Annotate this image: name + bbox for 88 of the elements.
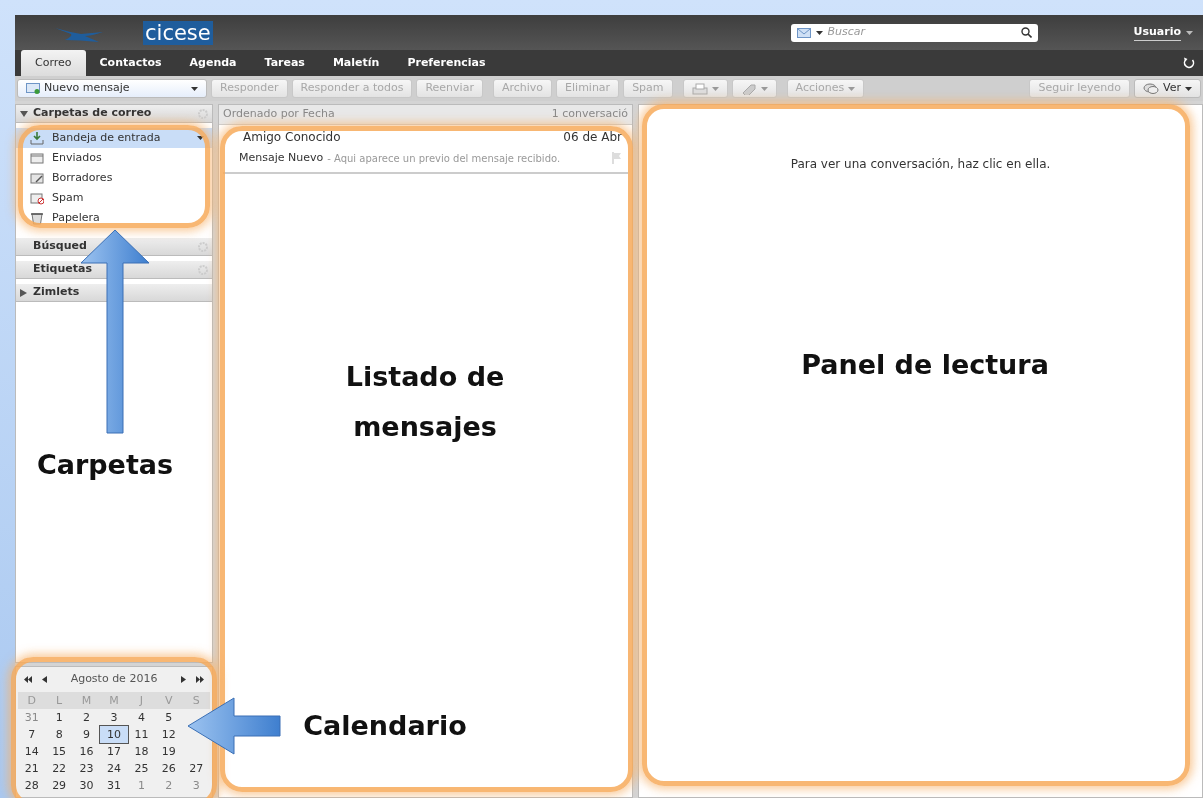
calendar-day[interactable]: 25 (127, 759, 156, 777)
printer-icon (691, 82, 708, 95)
calendar-day[interactable]: 8 (45, 725, 73, 743)
speech-bubbles-icon (1143, 82, 1160, 95)
new-message-button[interactable]: Nuevo mensaje (17, 79, 207, 98)
conversation-count: 1 conversació (551, 106, 628, 123)
calendar-day[interactable]: 2 (72, 708, 101, 726)
user-menu[interactable]: Usuario (1133, 23, 1181, 42)
annotation-label: Listado de mensajes (344, 360, 506, 444)
weekday-label: M (80, 692, 93, 709)
search-icon (1020, 27, 1032, 38)
caret-icon (848, 86, 856, 91)
calendar-day[interactable]: 4 (127, 708, 156, 726)
calendar-day[interactable]: 30 (72, 776, 101, 794)
calendar-day[interactable]: 12 (155, 725, 183, 743)
caret-icon (191, 86, 198, 91)
message-date: 06 de Abr (563, 129, 622, 146)
annotation-label: Panel de lectura (800, 348, 1050, 382)
tab[interactable]: Contactos (85, 49, 176, 76)
calendar-day[interactable]: 16 (72, 742, 101, 760)
folder-item[interactable]: Enviados (16, 148, 212, 168)
last-month-icon[interactable] (196, 675, 204, 683)
message-item[interactable]: Amigo Conocido 06 de Abr Mensaje Nuevo - Aqui aparece un previo del mensaje recibido. (223, 125, 628, 174)
annotation-label: Carpetas (35, 448, 175, 482)
folder-item[interactable]: Borradores (16, 168, 212, 188)
inbox-folder-icon (30, 131, 44, 145)
weekday-label: L (55, 692, 64, 709)
weekday-label: D (26, 692, 37, 709)
weekday-label: M (108, 692, 120, 709)
caret-icon (197, 136, 204, 140)
calendar-day[interactable]: 10 (100, 725, 128, 743)
message-sender: Amigo Conocido (243, 129, 341, 146)
calendar-day[interactable]: 7 (18, 725, 46, 743)
tab[interactable]: Preferencias (393, 49, 500, 76)
calendar-day[interactable]: 18 (127, 742, 156, 760)
calendar-day[interactable]: 19 (155, 742, 183, 760)
folder-item[interactable]: Spam (16, 188, 212, 208)
section-header[interactable]: Zimlets (16, 284, 212, 302)
refresh-icon[interactable] (1183, 57, 1195, 69)
first-month-icon[interactable] (24, 675, 32, 683)
tab[interactable]: Agenda (175, 49, 251, 76)
weekday-label: J (138, 692, 145, 709)
calendar-day[interactable]: 9 (72, 725, 101, 743)
message-preview: - Aqui aparece un previo del mensaje recibido. (327, 151, 561, 166)
calendar-day[interactable]: 29 (45, 776, 73, 794)
calendar-day[interactable]: 21 (18, 759, 46, 777)
caret-icon (1185, 86, 1192, 91)
calendar-day[interactable]: 28 (18, 776, 46, 794)
calendar-day[interactable]: 27 (182, 759, 210, 777)
calendar-day[interactable]: 26 (155, 759, 183, 777)
section-header[interactable]: Carpetas de correo (16, 105, 212, 123)
calendar-day[interactable]: 3 (100, 708, 128, 726)
calendar-day[interactable]: 5 (155, 708, 183, 726)
sent-folder-icon (30, 151, 44, 165)
reading-pane-hint: Para ver una conversación, haz clic en ella. (790, 157, 1051, 171)
mail-icon (796, 27, 811, 38)
weekday-label: S (191, 692, 201, 709)
calendar-day[interactable]: 11 (127, 725, 156, 743)
calendar-day[interactable]: 14 (18, 742, 46, 760)
caret-icon (711, 86, 719, 91)
trash-folder-icon (30, 211, 44, 225)
spam-folder-icon (30, 191, 44, 205)
previous-month-icon[interactable] (42, 675, 47, 683)
collapse-triangle-icon[interactable] (20, 110, 28, 117)
calendar-day[interactable]: 24 (100, 759, 128, 777)
month-title: Agosto de 2016 (69, 671, 159, 687)
expand-triangle-icon[interactable] (20, 288, 28, 297)
tab[interactable]: Correo (21, 49, 86, 76)
search-bar[interactable]: Buscar (790, 23, 1038, 42)
tab[interactable]: Maletín (318, 49, 394, 76)
caret-icon (815, 30, 823, 35)
logo-text: cicese (143, 20, 213, 45)
caret-icon (760, 86, 768, 91)
calendar-day[interactable]: 17 (100, 742, 128, 760)
calendar-day[interactable]: 22 (45, 759, 73, 777)
annotation-label: Calendario (302, 709, 468, 743)
drafts-folder-icon (30, 171, 44, 185)
folder-item[interactable]: Papelera (16, 208, 212, 228)
next-month-icon[interactable] (181, 675, 186, 683)
calendar-day[interactable]: 1 (45, 708, 73, 726)
calendar-day[interactable]: 15 (45, 742, 73, 760)
tab[interactable]: Tareas (250, 49, 319, 76)
calendar-day[interactable]: 31 (100, 776, 128, 794)
toolbar-button[interactable]: Ver (1134, 79, 1201, 98)
envelope-icon (26, 83, 40, 94)
message-subject: Mensaje Nuevo (239, 150, 324, 166)
weekday-label: V (164, 692, 174, 709)
calendar-day[interactable]: 23 (72, 759, 101, 777)
